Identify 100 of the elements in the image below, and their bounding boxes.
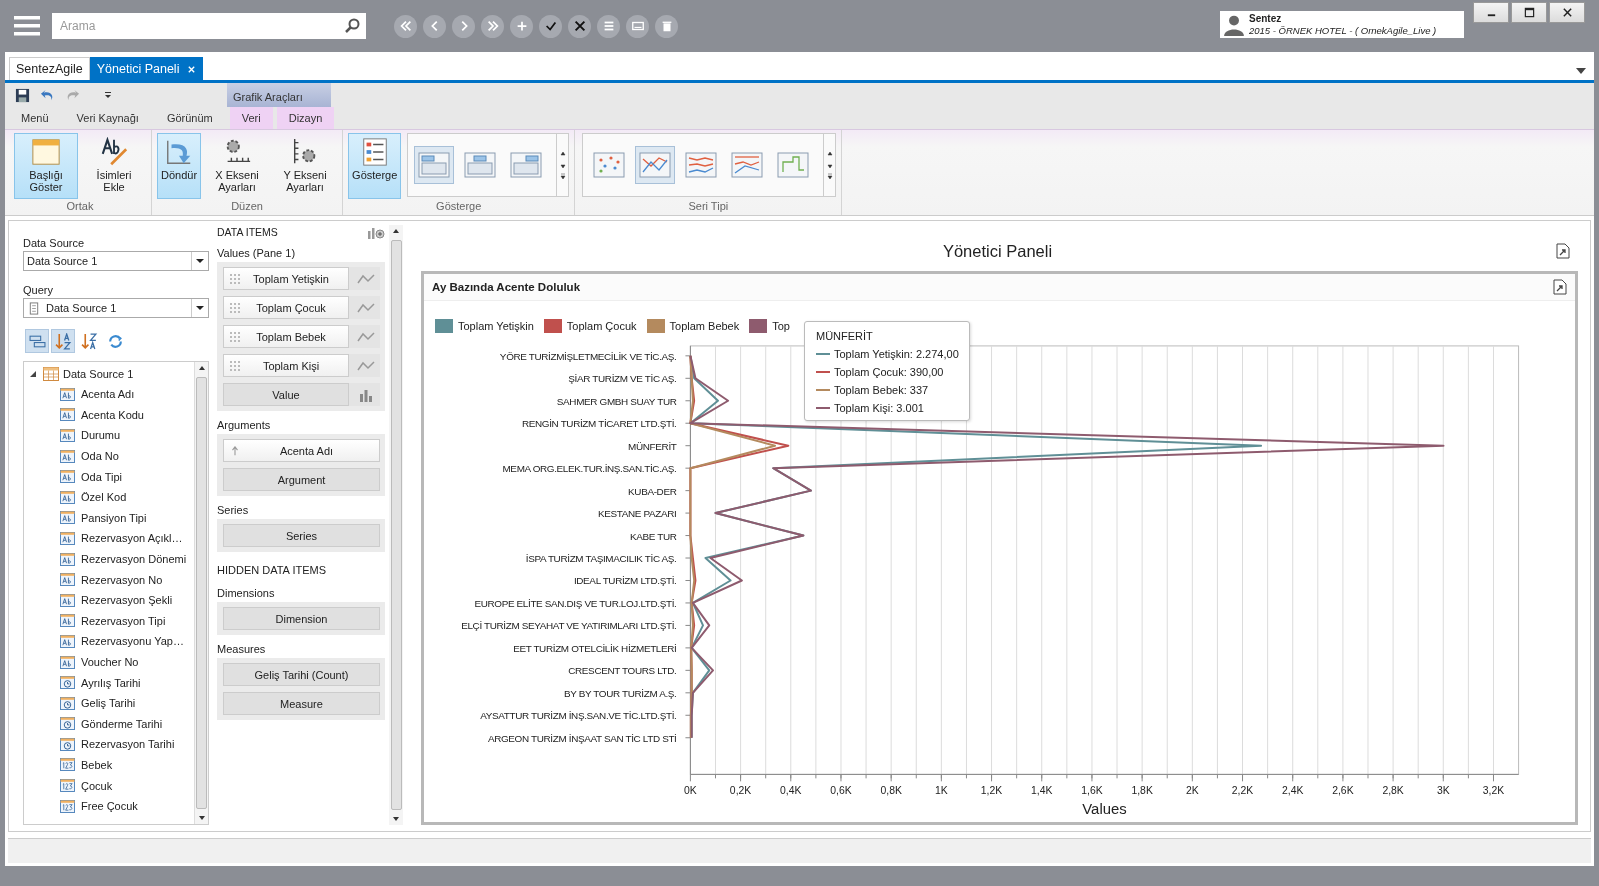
data-item-button[interactable]: Dimension: [223, 607, 380, 630]
save-icon[interactable]: [15, 87, 30, 103]
double-left-chevron-icon[interactable]: [398, 19, 413, 33]
scrollbar-thumb[interactable]: [196, 377, 207, 809]
document-tab[interactable]: Yönetici Paneli: [89, 57, 204, 80]
data-item-button[interactable]: Acenta Adı: [223, 439, 380, 462]
data-item-button[interactable]: Value: [223, 383, 349, 406]
scroll-down-icon[interactable]: [197, 815, 206, 821]
export-icon[interactable]: [1553, 279, 1567, 295]
prev-button[interactable]: [423, 14, 446, 38]
cancel-button[interactable]: [568, 14, 591, 38]
data-item-button[interactable]: Argument: [223, 468, 380, 491]
ribbon-tab[interactable]: Dizayn: [276, 107, 335, 129]
tree-item[interactable]: Ayrılış Tarihi: [24, 672, 194, 693]
data-item-button[interactable]: Toplam Kişi: [223, 354, 349, 377]
add-button[interactable]: [510, 14, 533, 38]
scrollbar-thumb[interactable]: [390, 240, 402, 810]
tree-item[interactable]: Rezervasyonu Yap…: [24, 631, 194, 652]
tree-item[interactable]: Acenta Kodu: [24, 404, 194, 426]
document-tab[interactable]: SentezAgile: [9, 57, 90, 80]
search-icon[interactable]: [344, 18, 360, 34]
tree-item[interactable]: Özel Kod: [24, 486, 194, 508]
sort-ascending-icon[interactable]: [230, 445, 240, 456]
text-field-icon: [60, 531, 75, 545]
checkmark-icon[interactable]: [543, 19, 558, 33]
tree-item[interactable]: Durumu: [24, 425, 194, 446]
save-button[interactable]: [539, 14, 562, 38]
expand-arrow-icon[interactable]: [29, 370, 37, 378]
ribbon-tab[interactable]: Görünüm: [152, 107, 227, 129]
data-item-button[interactable]: Geliş Tarihi (Count): [223, 663, 380, 686]
tree-item[interactable]: Data Source 1: [24, 364, 194, 384]
grip-icon[interactable]: [230, 273, 240, 284]
tree-item[interactable]: Free Çocuk: [24, 795, 194, 817]
tree-item[interactable]: Bebek: [24, 754, 194, 776]
list-button[interactable]: [597, 14, 620, 38]
delete-button[interactable]: [655, 14, 678, 38]
close-icon[interactable]: [1561, 7, 1573, 18]
maximize-button[interactable]: [1511, 2, 1547, 23]
data-item-button[interactable]: Toplam Çocuk: [223, 296, 349, 319]
scroll-up-icon[interactable]: [392, 228, 400, 234]
grip-icon[interactable]: [230, 360, 240, 371]
tree-item[interactable]: Pansiyon Tipi: [24, 507, 194, 529]
double-right-chevron-icon[interactable]: [485, 19, 500, 33]
search-field[interactable]: Arama: [52, 13, 366, 39]
keyboard-icon[interactable]: [630, 19, 645, 33]
data-item-button[interactable]: Toplam Yetişkin: [223, 267, 349, 290]
category-label: KESTANE PAZARI: [598, 508, 677, 520]
line-chart-icon[interactable]: [357, 358, 375, 373]
ribbon-button[interactable]: Döndür: [157, 133, 202, 199]
tree-item[interactable]: Rezervasyon Şekli: [24, 589, 194, 611]
ribbon-button[interactable]: İsimleri Ekle: [82, 133, 146, 199]
x-mark-icon[interactable]: [572, 19, 587, 33]
gallery-scroll-buttons[interactable]: [556, 134, 569, 196]
scroll-up-icon[interactable]: [197, 365, 206, 371]
ribbon-tab[interactable]: Menü: [5, 107, 63, 129]
data-source-dropdown[interactable]: Data Source 1: [23, 251, 209, 271]
keyboard-button[interactable]: [626, 14, 649, 38]
gallery-scroll-buttons[interactable]: [823, 134, 836, 196]
menu-icon[interactable]: [14, 15, 40, 37]
data-item-button[interactable]: Measure: [223, 692, 380, 715]
line-chart-icon[interactable]: [357, 300, 375, 315]
customize-caret-icon[interactable]: [104, 91, 112, 99]
dropdown-caret-icon[interactable]: [1576, 68, 1586, 74]
ribbon-button[interactable]: X Ekseni Ayarları: [205, 133, 270, 199]
scroll-down-icon[interactable]: [392, 816, 400, 822]
grip-icon[interactable]: [230, 302, 240, 313]
tree-item[interactable]: Rezervasyon Dönemi: [24, 548, 194, 570]
close-button[interactable]: [1549, 2, 1585, 23]
gallery-item[interactable]: [414, 146, 455, 184]
ribbon-button[interactable]: Gösterge: [348, 133, 402, 199]
next-button[interactable]: [452, 14, 475, 38]
tree-item[interactable]: Rezervasyon Tarihi: [24, 734, 194, 755]
tree-item[interactable]: Voucher No: [24, 651, 194, 673]
tree-item[interactable]: Gönderme Tarihi: [24, 713, 194, 735]
tree-item[interactable]: Rezervasyon Açıkl…: [24, 528, 194, 549]
user-card[interactable]: Sentez 2015 - ÖRNEK HOTEL - ( OrnekAgile_Live ): [1220, 11, 1464, 38]
data-item-button[interactable]: Series: [223, 524, 380, 547]
tree-item[interactable]: Oda Tipi: [24, 466, 194, 487]
grip-icon[interactable]: [230, 331, 240, 342]
line-chart-icon[interactable]: [357, 329, 375, 344]
maximize-icon[interactable]: [1523, 7, 1535, 18]
query-dropdown[interactable]: Data Source 1: [23, 298, 209, 318]
line-chart-icon[interactable]: [357, 271, 375, 286]
tree-item[interactable]: Acenta Adı: [24, 384, 194, 405]
bar-chart-icon[interactable]: [357, 387, 375, 402]
ribbon-button[interactable]: Y Ekseni Ayarları: [273, 133, 338, 199]
ribbon-button[interactable]: Başlığı Göster: [14, 133, 78, 199]
first-button[interactable]: [394, 14, 417, 38]
tree-item[interactable]: Geliş Tarihi: [24, 692, 194, 714]
export-icon[interactable]: [1556, 243, 1570, 259]
tree-item[interactable]: Rezervasyon No: [24, 569, 194, 590]
gallery-item[interactable]: [635, 146, 676, 184]
add-chart-icon[interactable]: [367, 225, 385, 239]
tree-item[interactable]: Rezervasyon Tipi: [24, 610, 194, 632]
ribbon-tab[interactable]: Veri Kaynağı: [62, 107, 153, 129]
ribbon-tab[interactable]: Veri: [229, 107, 273, 129]
tree-item[interactable]: Oda No: [24, 445, 194, 467]
last-button[interactable]: [481, 14, 504, 38]
data-item-button[interactable]: Toplam Bebek: [223, 325, 349, 348]
tree-item[interactable]: Çocuk: [24, 775, 194, 796]
